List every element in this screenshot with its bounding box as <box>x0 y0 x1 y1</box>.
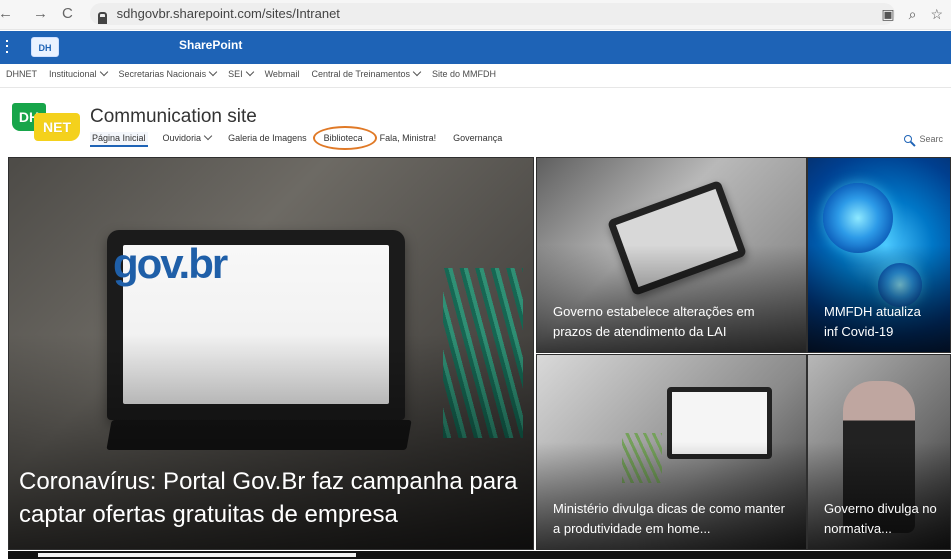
tab-ouvidoria[interactable]: Ouvidoria <box>161 131 214 147</box>
horizontal-scrollbar[interactable] <box>8 551 951 559</box>
news-tile-covid[interactable]: MMFDH atualiza inf Covid-19 <box>807 157 951 353</box>
hub-item-dhnet[interactable]: DHNET <box>6 69 37 79</box>
news-tile-caption[interactable]: Ministério divulga dicas de como manter … <box>553 499 794 539</box>
hub-item-site-mmfdh[interactable]: Site do MMFDH <box>432 69 496 79</box>
hero-main-tile[interactable]: gov.br Coronavírus: Portal Gov.Br faz ca… <box>8 157 534 550</box>
tab-fala-ministra[interactable]: Fala, Ministra! <box>378 132 439 147</box>
chevron-down-icon <box>203 131 213 141</box>
chevron-down-icon <box>412 67 422 77</box>
virus-image <box>823 183 893 253</box>
hub-item-sei[interactable]: SEI <box>228 67 254 79</box>
sharepoint-page: ← → C sdhgovbr.sharepoint.com/sites/Intr… <box>0 0 951 559</box>
search-label: Searc <box>919 134 944 144</box>
chevron-down-icon <box>245 67 254 77</box>
site-tabs: Página Inicial Ouvidoria Galeria de Imag… <box>90 126 504 150</box>
news-tile-home-office[interactable]: Ministério divulga dicas de como manter … <box>536 354 807 550</box>
hub-item-label: Institucional <box>49 69 97 79</box>
zoom-icon[interactable]: ⌕ <box>909 4 917 24</box>
news-tile-lai[interactable]: Governo estabelece alterações em prazos … <box>536 157 807 353</box>
search-box[interactable]: Searc <box>896 130 951 148</box>
browser-toolbar: ← → C sdhgovbr.sharepoint.com/sites/Intr… <box>0 0 951 30</box>
news-tile-normativa[interactable]: Governo divulga no normativa... <box>807 354 951 550</box>
site-title[interactable]: Communication site <box>90 106 257 128</box>
chevron-down-icon <box>99 67 108 77</box>
refresh-icon[interactable]: C <box>62 4 73 24</box>
hub-item-webmail[interactable]: Webmail <box>265 69 300 79</box>
sharepoint-logo[interactable]: DH NET <box>31 37 59 73</box>
hub-item-treinamentos[interactable]: Central de Treinamentos <box>311 67 422 79</box>
app-launcher-icon[interactable] <box>6 40 12 54</box>
hero-main-caption[interactable]: Coronavírus: Portal Gov.Br faz campanha … <box>19 465 521 531</box>
hub-item-institucional[interactable]: Institucional <box>49 67 108 79</box>
tab-governanca[interactable]: Governança <box>451 132 504 147</box>
scrollbar-thumb[interactable] <box>38 553 356 557</box>
news-tile-caption[interactable]: Governo divulga no normativa... <box>824 499 938 539</box>
hero-news: gov.br Coronavírus: Portal Gov.Br faz ca… <box>0 157 951 550</box>
site-header: DH NET Communication site Página Inicial… <box>0 88 951 156</box>
hub-navigation: DHNET Institucional Secretarias Nacionai… <box>0 64 951 88</box>
hub-item-secretarias[interactable]: Secretarias Nacionais <box>118 67 218 79</box>
tab-biblioteca[interactable]: Biblioteca <box>312 126 377 150</box>
bookmark-icon[interactable]: ☆ <box>930 4 943 24</box>
hub-item-label: Secretarias Nacionais <box>118 69 207 79</box>
site-logo[interactable]: DH NET <box>12 103 80 143</box>
address-bar[interactable]: sdhgovbr.sharepoint.com/sites/Intranet <box>90 3 895 25</box>
news-tile-caption[interactable]: MMFDH atualiza inf Covid-19 <box>824 302 938 342</box>
tab-galeria-de-imagens[interactable]: Galeria de Imagens <box>226 132 309 147</box>
chevron-down-icon <box>208 67 218 77</box>
hub-item-label: SEI <box>228 69 243 79</box>
suite-bar: DH NET SharePoint <box>0 31 951 73</box>
site-logo-net: NET <box>34 113 80 141</box>
browser-actions: ▣ ⌕ ☆ <box>881 4 943 24</box>
translate-icon[interactable]: ▣ <box>881 4 894 24</box>
search-icon <box>904 135 912 143</box>
url-text: sdhgovbr.sharepoint.com/sites/Intranet <box>116 6 340 21</box>
forward-icon[interactable]: → <box>33 4 48 24</box>
sharepoint-title[interactable]: SharePoint <box>179 38 242 52</box>
back-icon[interactable]: ← <box>0 4 13 24</box>
tab-pagina-inicial[interactable]: Página Inicial <box>90 132 148 147</box>
lock-icon <box>98 12 107 24</box>
gov-br-logo: gov.br <box>113 240 228 287</box>
tab-label: Ouvidoria <box>162 133 202 143</box>
hub-item-label: Central de Treinamentos <box>311 69 411 79</box>
news-tile-caption[interactable]: Governo estabelece alterações em prazos … <box>553 302 794 342</box>
